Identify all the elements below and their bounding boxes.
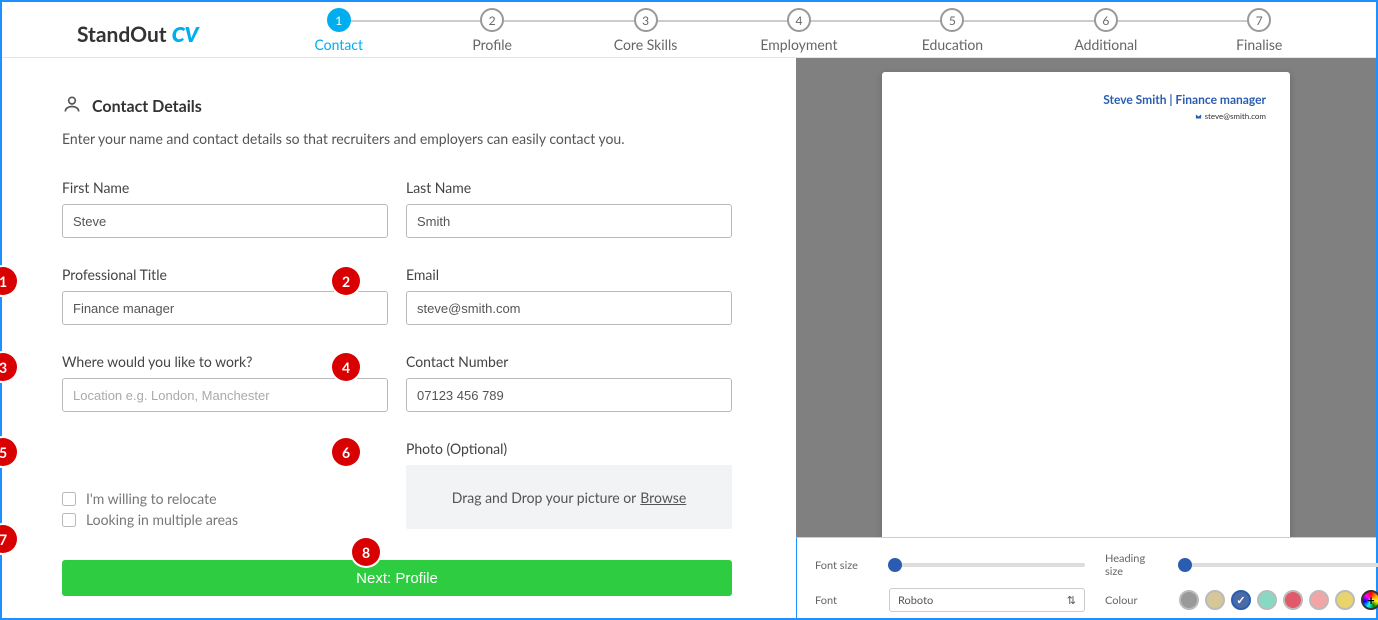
- step-label: Profile: [415, 36, 568, 53]
- cv-email-text: steve@smith.com: [1205, 111, 1266, 121]
- last-name-label: Last Name: [406, 179, 732, 196]
- brand-text-1: StandOut: [77, 22, 172, 47]
- phone-input[interactable]: [406, 378, 732, 412]
- font-size-label: Font size: [815, 559, 875, 572]
- annotation-6: 6: [332, 438, 360, 466]
- font-select-value: Roboto: [898, 594, 933, 607]
- photo-dropzone[interactable]: Drag and Drop your picture or Browse: [406, 465, 732, 529]
- annotation-1: 1: [0, 267, 17, 295]
- font-select[interactable]: Roboto ⇅: [889, 588, 1085, 612]
- brand-logo: StandOut CV: [2, 8, 252, 47]
- multi-area-checkbox[interactable]: [62, 513, 76, 527]
- step-label: Additional: [1029, 36, 1182, 53]
- email-input[interactable]: [406, 291, 732, 325]
- progress-stepper: 1Contact2Profile3Core Skills4Employment5…: [252, 8, 1376, 53]
- location-input[interactable]: [62, 378, 388, 412]
- colour-swatch[interactable]: [1283, 590, 1303, 610]
- preview-panel: Steve Smith | Finance manager steve@smit…: [796, 58, 1376, 618]
- brand-text-2: CV: [172, 22, 199, 47]
- colour-swatch[interactable]: [1205, 590, 1225, 610]
- last-name-input[interactable]: [406, 204, 732, 238]
- step-label: Employment: [722, 36, 875, 53]
- photo-label: Photo (Optional): [406, 440, 732, 457]
- colour-swatch[interactable]: [1231, 590, 1251, 610]
- annotation-8: 8: [352, 538, 380, 566]
- style-toolbar: Font size Heading size Font Roboto ⇅ Col…: [796, 537, 1376, 618]
- browse-link[interactable]: Browse: [640, 489, 686, 506]
- next-button[interactable]: Next: Profile: [62, 560, 732, 596]
- cv-email-line: steve@smith.com: [906, 111, 1266, 121]
- step-profile[interactable]: 2 Profile: [415, 8, 568, 53]
- step-label: Education: [876, 36, 1029, 53]
- colour-swatch[interactable]: [1179, 590, 1199, 610]
- prof-title-input[interactable]: [62, 291, 388, 325]
- step-number: 6: [1094, 8, 1118, 32]
- relocate-checkbox[interactable]: [62, 492, 76, 506]
- annotation-7: 7: [0, 525, 17, 553]
- relocate-label: I'm willing to relocate: [86, 490, 216, 507]
- cv-preview-page: Steve Smith | Finance manager steve@smit…: [882, 72, 1290, 542]
- section-title: Contact Details: [92, 97, 202, 116]
- step-finalise[interactable]: 7 Finalise: [1183, 8, 1336, 53]
- mail-icon: [1195, 113, 1202, 120]
- person-icon: [62, 94, 82, 118]
- step-number: 7: [1247, 8, 1271, 32]
- form-panel: Contact Details Enter your name and cont…: [2, 58, 796, 618]
- step-employment[interactable]: 4 Employment: [722, 8, 875, 53]
- step-label: Core Skills: [569, 36, 722, 53]
- step-number: 5: [940, 8, 964, 32]
- step-label: Contact: [262, 36, 415, 53]
- step-number: 4: [787, 8, 811, 32]
- multi-area-label: Looking in multiple areas: [86, 511, 238, 528]
- dropzone-text: Drag and Drop your picture or: [452, 489, 637, 506]
- heading-size-slider[interactable]: [1179, 563, 1378, 567]
- phone-label: Contact Number: [406, 353, 732, 370]
- step-label: Finalise: [1183, 36, 1336, 53]
- step-contact[interactable]: 1 Contact: [262, 8, 415, 53]
- email-label: Email: [406, 266, 732, 283]
- font-size-slider[interactable]: [889, 563, 1085, 567]
- step-core-skills[interactable]: 3 Core Skills: [569, 8, 722, 53]
- cv-name-line: Steve Smith | Finance manager: [906, 92, 1266, 107]
- step-number: 3: [634, 8, 658, 32]
- step-additional[interactable]: 6 Additional: [1029, 8, 1182, 53]
- step-number: 1: [327, 8, 351, 32]
- annotation-3: 3: [0, 353, 17, 381]
- first-name-label: First Name: [62, 179, 388, 196]
- colour-swatches: [1179, 590, 1378, 610]
- step-education[interactable]: 5 Education: [876, 8, 1029, 53]
- first-name-input[interactable]: [62, 204, 388, 238]
- colour-swatch[interactable]: [1309, 590, 1329, 610]
- section-subtitle: Enter your name and contact details so t…: [62, 130, 732, 147]
- colour-swatch[interactable]: [1257, 590, 1277, 610]
- annotation-4: 4: [332, 353, 360, 381]
- colour-label: Colour: [1105, 594, 1165, 607]
- colour-swatch-custom[interactable]: [1361, 590, 1378, 610]
- chevron-updown-icon: ⇅: [1067, 594, 1076, 607]
- step-number: 2: [480, 8, 504, 32]
- annotation-2: 2: [332, 267, 360, 295]
- heading-size-label: Heading size: [1105, 552, 1165, 578]
- annotation-5: 5: [0, 438, 17, 466]
- font-label: Font: [815, 594, 875, 607]
- colour-swatch[interactable]: [1335, 590, 1355, 610]
